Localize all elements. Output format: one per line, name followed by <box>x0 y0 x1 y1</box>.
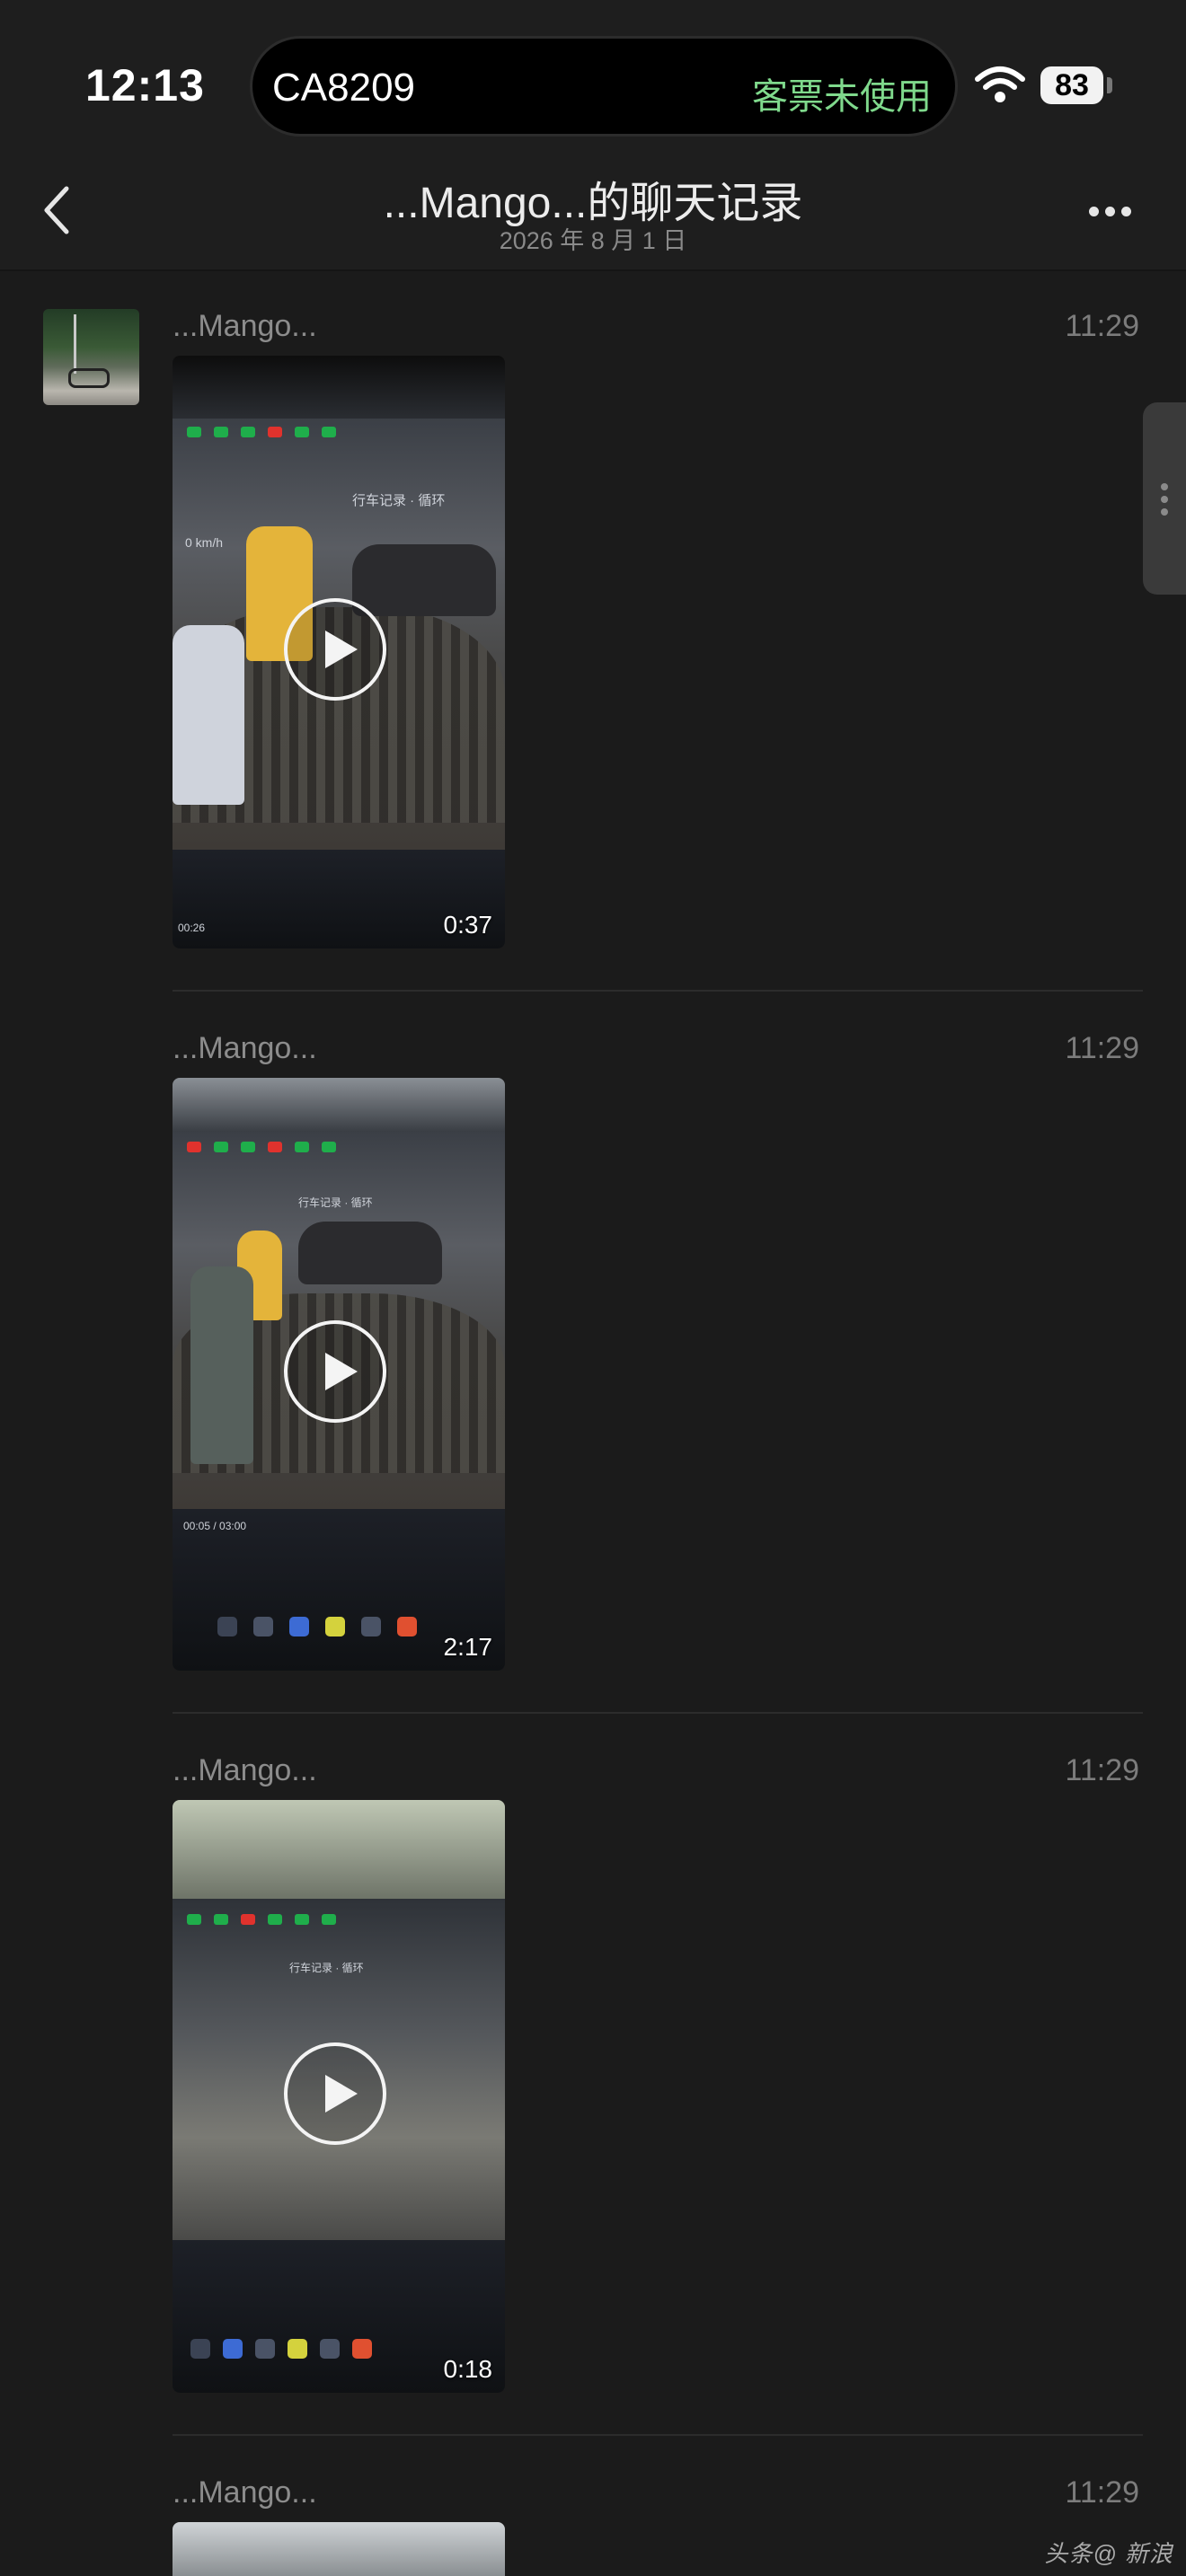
scroll-handle[interactable] <box>1143 402 1186 595</box>
ticket-status: 客票未使用 <box>752 77 932 117</box>
message-time: 11:29 <box>1065 1753 1139 1787</box>
video-thumbnail[interactable]: 行车记录 · 循环 0 km/h 00:26 0:37 <box>173 356 505 948</box>
message-divider <box>173 2434 1143 2436</box>
chat-message: ...Mango... 11:29 行车记录 · 循环 00:05 / 03:0… <box>173 1031 1143 1714</box>
video-thumbnail[interactable] <box>173 2522 505 2576</box>
more-options-icon[interactable] <box>1089 205 1137 217</box>
video-thumbnail[interactable]: 行车记录 · 循环 00:05 / 03:00 2:17 <box>173 1078 505 1671</box>
overlay-title: 行车记录 · 循环 <box>352 493 446 508</box>
chat-message: ...Mango... 11:29 <box>173 2475 1143 2576</box>
nav-bar: ...Mango...的聊天记录 2026 年 8 月 1 日 <box>0 153 1186 271</box>
chat-message: ...Mango... 11:29 行车记录 · 循环 0 km/h 00:26… <box>173 309 1143 992</box>
avatar[interactable] <box>43 309 139 405</box>
watermark: 头条@ 新浪 <box>1044 2540 1173 2567</box>
video-duration: 0:18 <box>443 2355 493 2383</box>
play-button-icon[interactable] <box>284 1320 386 1423</box>
status-time: 12:13 <box>85 60 205 110</box>
chat-message: ...Mango... 11:29 行车记录 · 循环 0:18 <box>173 1753 1143 2436</box>
battery-indicator: 83 <box>1040 66 1103 104</box>
sender-name: ...Mango... <box>173 2475 317 2510</box>
overlay-title: 行车记录 · 循环 <box>298 1196 373 1209</box>
message-divider <box>173 990 1143 992</box>
page-subtitle-date: 2026 年 8 月 1 日 <box>499 227 687 254</box>
dynamic-island-flight-activity[interactable]: CA8209 客票未使用 <box>250 36 958 137</box>
sender-name: ...Mango... <box>173 1031 317 1065</box>
play-button-icon[interactable] <box>284 2042 386 2145</box>
video-duration: 2:17 <box>443 1633 493 1661</box>
overlay-timecode: 00:05 / 03:00 <box>183 1520 247 1532</box>
video-thumbnail[interactable]: 行车记录 · 循环 0:18 <box>173 1800 505 2393</box>
sender-name: ...Mango... <box>173 1753 317 1787</box>
message-divider <box>173 1712 1143 1714</box>
wifi-icon <box>975 66 1025 102</box>
sender-name: ...Mango... <box>173 309 317 343</box>
overlay-timecode: 00:26 <box>178 922 206 934</box>
message-time: 11:29 <box>1065 309 1139 343</box>
status-bar: 12:13 CA8209 客票未使用 83 <box>0 0 1186 153</box>
message-time: 11:29 <box>1065 2475 1139 2510</box>
overlay-speed: 0 km/h <box>185 535 224 550</box>
video-duration: 0:37 <box>443 911 493 939</box>
overlay-title: 行车记录 · 循环 <box>289 1962 364 1974</box>
battery-cap <box>1107 77 1112 93</box>
play-button-icon[interactable] <box>284 598 386 701</box>
flight-number: CA8209 <box>272 66 416 110</box>
message-time: 11:29 <box>1065 1031 1139 1065</box>
